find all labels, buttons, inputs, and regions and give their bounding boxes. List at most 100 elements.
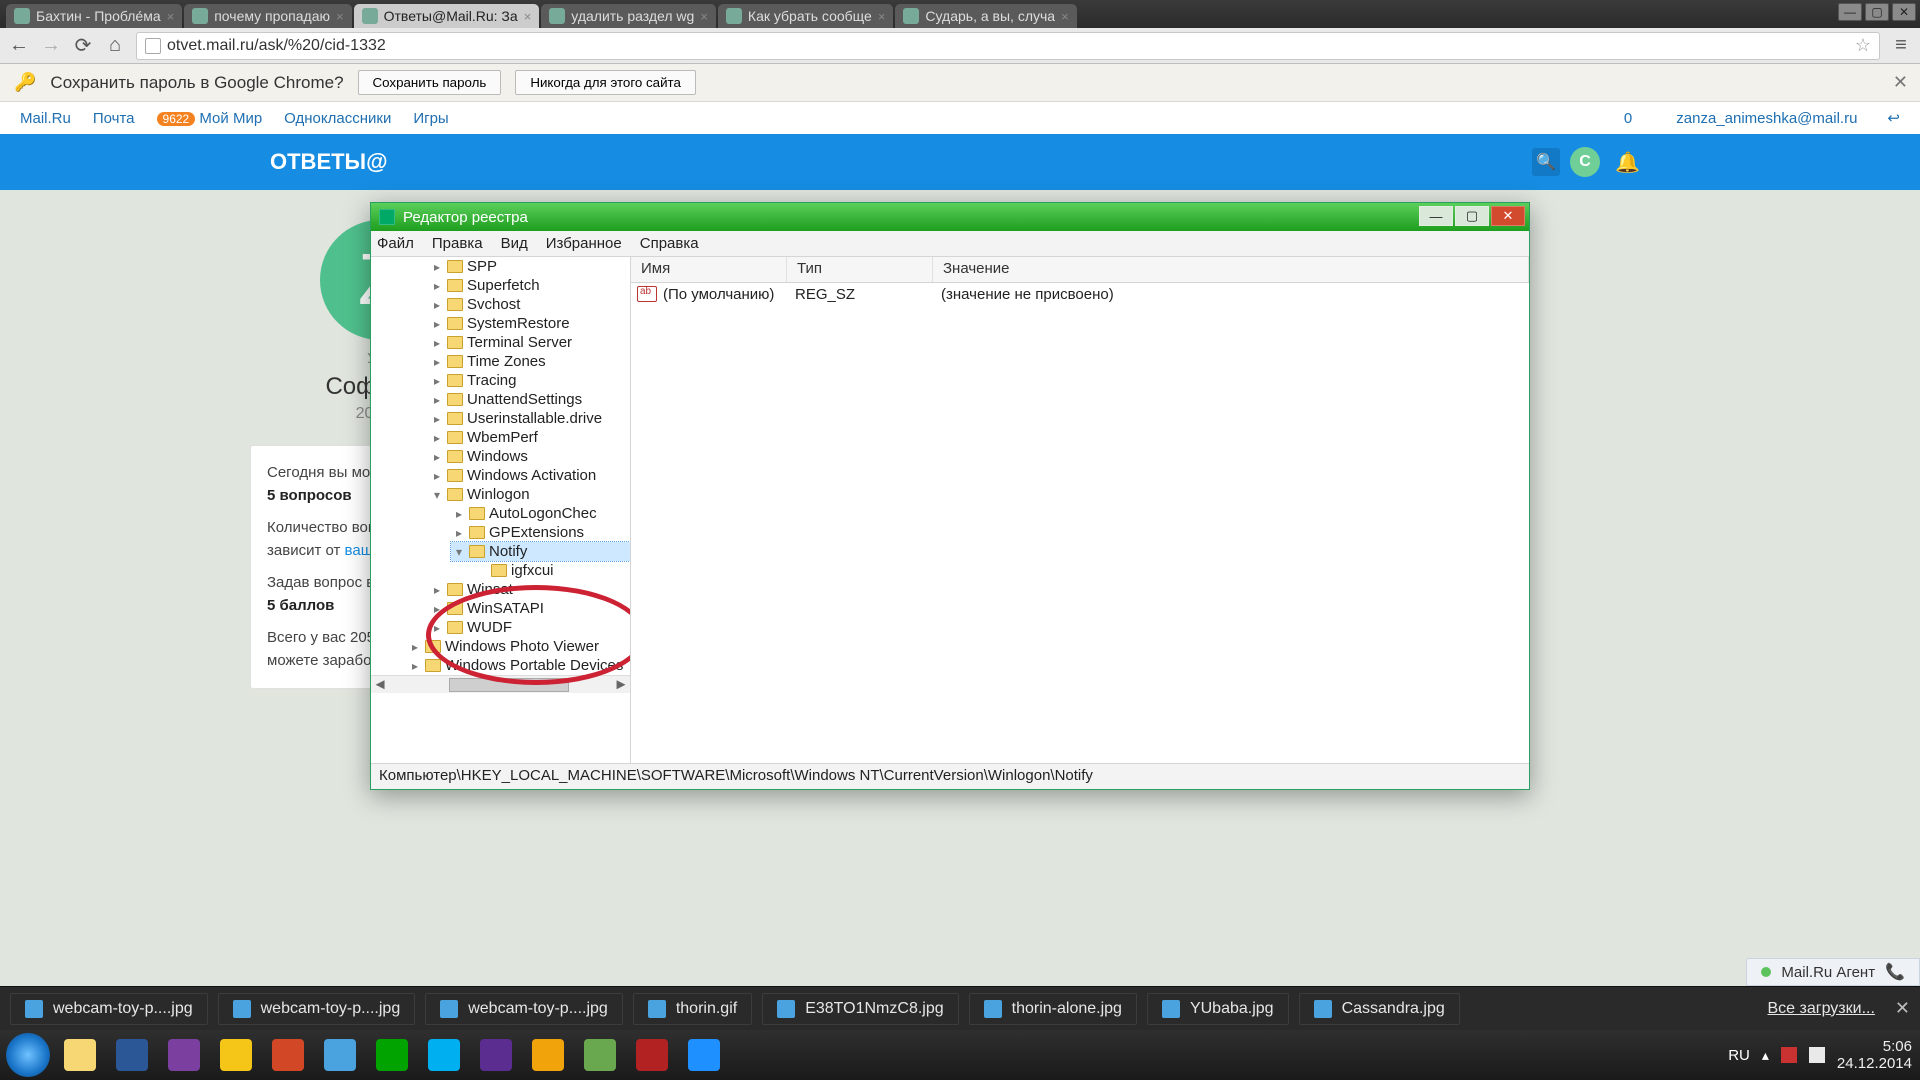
tree-node[interactable]: ▸Windows <box>429 447 630 466</box>
tree-node-notify[interactable]: ▾Notify <box>451 542 630 561</box>
language-indicator[interactable]: RU <box>1728 1047 1750 1064</box>
tree-node[interactable]: ▸Userinstallable.drive <box>429 409 630 428</box>
tree-node[interactable]: ▸SystemRestore <box>429 314 630 333</box>
tray-flag-icon[interactable] <box>1781 1047 1797 1063</box>
download-item[interactable]: webcam-toy-p....jpg <box>218 993 416 1025</box>
clock[interactable]: 5:06 24.12.2014 <box>1837 1038 1912 1073</box>
tree-node[interactable]: ▸Windows Activation <box>429 466 630 485</box>
tree-node[interactable]: ▸Winsat <box>429 580 630 599</box>
home-button[interactable]: ⌂ <box>104 35 126 57</box>
search-button[interactable]: 🔍 <box>1532 148 1560 176</box>
topnav-link[interactable]: Почта <box>93 110 135 127</box>
tree-node[interactable]: ▸Time Zones <box>429 352 630 371</box>
taskbar-app[interactable] <box>472 1035 520 1075</box>
tree-node[interactable]: ▸Tracing <box>429 371 630 390</box>
download-item[interactable]: thorin-alone.jpg <box>969 993 1137 1025</box>
start-button[interactable] <box>6 1033 50 1077</box>
tree-node-igfxcui[interactable]: igfxcui <box>473 561 630 580</box>
back-button[interactable]: ← <box>8 35 30 57</box>
rating-link[interactable]: ваш <box>345 542 373 559</box>
tree-node[interactable]: ▸Svchost <box>429 295 630 314</box>
regedit-columns[interactable]: Имя Тип Значение <box>631 257 1529 283</box>
topnav-link[interactable]: Игры <box>413 110 448 127</box>
tab-close-icon[interactable]: × <box>1061 9 1069 24</box>
logout-icon[interactable]: ↩ <box>1887 109 1900 127</box>
taskbar-app[interactable] <box>212 1035 260 1075</box>
download-item[interactable]: webcam-toy-p....jpg <box>425 993 623 1025</box>
minimize-button[interactable]: — <box>1838 3 1862 21</box>
show-all-downloads[interactable]: Все загрузки... <box>1767 1000 1874 1018</box>
bookmark-star-icon[interactable]: ☆ <box>1855 35 1871 56</box>
tree-node[interactable]: ▸WbemPerf <box>429 428 630 447</box>
menu-item[interactable]: Файл <box>377 235 414 252</box>
browser-tab[interactable]: почему пропадаю× <box>184 4 351 28</box>
taskbar-app[interactable] <box>628 1035 676 1075</box>
address-bar[interactable]: otvet.mail.ru/ask/%20/cid-1332 ☆ <box>136 32 1880 60</box>
download-item[interactable]: thorin.gif <box>633 993 752 1025</box>
taskbar-app[interactable] <box>108 1035 156 1075</box>
tree-node[interactable]: ▸GPExtensions <box>451 523 630 542</box>
regedit-window[interactable]: Редактор реестра — ▢ ✕ Файл Правка Вид Избр… <box>370 202 1530 790</box>
topnav-link[interactable]: Мой Мир <box>199 110 262 127</box>
menu-button[interactable]: ≡ <box>1890 35 1912 57</box>
download-item[interactable]: webcam-toy-p....jpg <box>10 993 208 1025</box>
tree-hscrollbar[interactable]: ◄► <box>371 675 630 693</box>
regedit-minimize-button[interactable]: — <box>1419 206 1453 226</box>
browser-tab[interactable]: Ответы@Mail.Ru: За× <box>354 4 540 28</box>
regedit-maximize-button[interactable]: ▢ <box>1455 206 1489 226</box>
tree-node[interactable]: ▸Superfetch <box>429 276 630 295</box>
menu-item[interactable]: Правка <box>432 235 483 252</box>
forward-button[interactable]: → <box>40 35 62 57</box>
browser-tab[interactable]: удалить раздел wg× <box>541 4 716 28</box>
tree-node[interactable]: ▸UnattendSettings <box>429 390 630 409</box>
tab-close-icon[interactable]: × <box>524 9 532 24</box>
taskbar-app[interactable] <box>680 1035 728 1075</box>
download-item[interactable]: E38TO1NmzC8.jpg <box>762 993 958 1025</box>
taskbar-app[interactable] <box>316 1035 364 1075</box>
tab-close-icon[interactable]: × <box>336 9 344 24</box>
maximize-button[interactable]: ▢ <box>1865 3 1889 21</box>
tray-action-icon[interactable] <box>1809 1047 1825 1063</box>
tab-close-icon[interactable]: × <box>167 9 175 24</box>
infobar-close-icon[interactable]: ✕ <box>1893 72 1908 93</box>
browser-tab[interactable]: Как убрать сообще× <box>718 4 893 28</box>
taskbar-app[interactable] <box>420 1035 468 1075</box>
tree-node[interactable]: ▸Terminal Server <box>429 333 630 352</box>
taskbar-app[interactable] <box>524 1035 572 1075</box>
user-email-link[interactable]: zanza_animeshka@mail.ru <box>1676 110 1857 127</box>
avatar-mini[interactable]: C <box>1570 147 1600 177</box>
taskbar-app[interactable] <box>576 1035 624 1075</box>
tab-close-icon[interactable]: × <box>700 9 708 24</box>
tree-node-winlogon[interactable]: ▾Winlogon <box>429 485 630 504</box>
col-name[interactable]: Имя <box>631 257 787 282</box>
browser-tab[interactable]: Сударь, а вы, случа× <box>895 4 1076 28</box>
menu-item[interactable]: Избранное <box>546 235 622 252</box>
topnav-link[interactable]: Mail.Ru <box>20 110 71 127</box>
taskbar-app[interactable] <box>264 1035 312 1075</box>
taskbar-app[interactable] <box>56 1035 104 1075</box>
value-row-default[interactable]: (По умолчанию) REG_SZ (значение не присв… <box>631 283 1529 306</box>
tree-node[interactable]: ▸Windows Portable Devices <box>407 656 630 675</box>
tray-up-icon[interactable]: ▴ <box>1762 1047 1769 1064</box>
taskbar-app[interactable] <box>368 1035 416 1075</box>
browser-tab[interactable]: Бахтин - Пробле́ма× <box>6 4 182 28</box>
downloads-close-icon[interactable]: ✕ <box>1895 998 1910 1019</box>
taskbar-app[interactable] <box>160 1035 208 1075</box>
site-logo[interactable]: ОТВЕТЫ@ <box>270 149 388 175</box>
tree-node[interactable]: ▸Windows Photo Viewer <box>407 637 630 656</box>
save-password-button[interactable]: Сохранить пароль <box>358 70 502 95</box>
close-button[interactable]: ✕ <box>1892 3 1916 21</box>
col-value[interactable]: Значение <box>933 257 1529 282</box>
tab-close-icon[interactable]: × <box>878 9 886 24</box>
bell-icon[interactable]: 🔔 <box>1615 150 1640 175</box>
col-type[interactable]: Тип <box>787 257 933 282</box>
menu-item[interactable]: Справка <box>640 235 699 252</box>
tree-node[interactable]: ▸WinSATAPI <box>429 599 630 618</box>
download-item[interactable]: YUbaba.jpg <box>1147 993 1289 1025</box>
regedit-titlebar[interactable]: Редактор реестра — ▢ ✕ <box>371 203 1529 231</box>
menu-item[interactable]: Вид <box>501 235 528 252</box>
reload-button[interactable]: ⟳ <box>72 35 94 57</box>
mailru-agent-bar[interactable]: Mail.Ru Агент 📞 <box>1746 958 1920 986</box>
tree-node[interactable]: ▸AutoLogonChec <box>451 504 630 523</box>
regedit-close-button[interactable]: ✕ <box>1491 206 1525 226</box>
